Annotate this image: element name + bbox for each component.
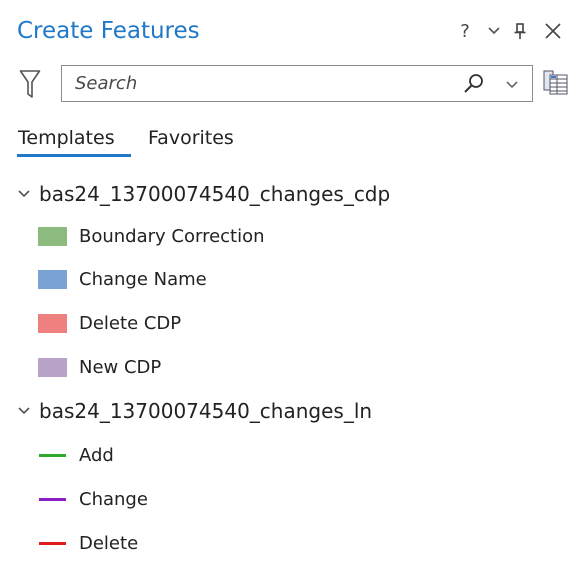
template-label: New CDP <box>79 356 162 378</box>
pane-title: Create Features <box>17 18 200 44</box>
line-symbol-icon <box>39 453 66 457</box>
template-label: Delete CDP <box>79 312 182 334</box>
tab-favorites[interactable]: Favorites <box>148 127 234 149</box>
layer-row-changes-cdp[interactable]: bas24_13700074540_changes_cdp <box>15 179 390 209</box>
template-label: Change <box>79 488 148 510</box>
template-item-delete[interactable]: Delete <box>38 528 138 558</box>
template-item-boundary-correction[interactable]: Boundary Correction <box>38 221 265 251</box>
tab-templates[interactable]: Templates <box>18 127 115 149</box>
search-input[interactable] <box>75 71 445 96</box>
chevron-down-icon[interactable] <box>15 403 33 419</box>
close-icon[interactable] <box>541 16 565 46</box>
help-icon[interactable]: ? <box>455 16 475 46</box>
polygon-symbol-icon <box>38 226 67 246</box>
template-label: Change Name <box>79 268 207 290</box>
polygon-symbol-icon <box>38 269 67 289</box>
search-box <box>61 65 533 102</box>
pane-header: Create Features ? <box>0 0 572 62</box>
template-label: Delete <box>79 532 139 554</box>
create-features-pane: Create Features ? Search Templates Favor… <box>0 0 572 566</box>
polygon-symbol-icon <box>38 357 67 377</box>
layer-row-changes-ln[interactable]: bas24_13700074540_changes_ln <box>15 396 372 426</box>
layer-name: bas24_13700074540_changes_ln <box>39 399 373 423</box>
line-symbol-icon <box>39 497 66 501</box>
chevron-down-icon[interactable] <box>15 186 33 202</box>
template-item-add[interactable]: Add <box>38 440 114 470</box>
template-item-change-name[interactable]: Change Name <box>38 264 207 294</box>
search-options-chevron-down-icon[interactable] <box>502 74 522 94</box>
template-item-change[interactable]: Change <box>38 484 148 514</box>
template-item-delete-cdp[interactable]: Delete CDP <box>38 308 181 338</box>
polygon-symbol-icon <box>38 313 67 333</box>
template-item-new-cdp[interactable]: New CDP <box>38 352 161 382</box>
line-symbol-icon <box>39 541 66 545</box>
pin-icon[interactable] <box>510 16 530 46</box>
search-icon[interactable] <box>462 72 486 96</box>
template-label: Add <box>79 444 114 466</box>
table-view-icon[interactable] <box>543 69 569 97</box>
filter-icon[interactable] <box>16 66 44 102</box>
template-label: Boundary Correction <box>79 225 265 247</box>
layer-name: bas24_13700074540_changes_cdp <box>39 182 391 206</box>
pane-options-chevron-down-icon[interactable] <box>484 16 504 46</box>
active-tab-indicator <box>17 154 131 157</box>
